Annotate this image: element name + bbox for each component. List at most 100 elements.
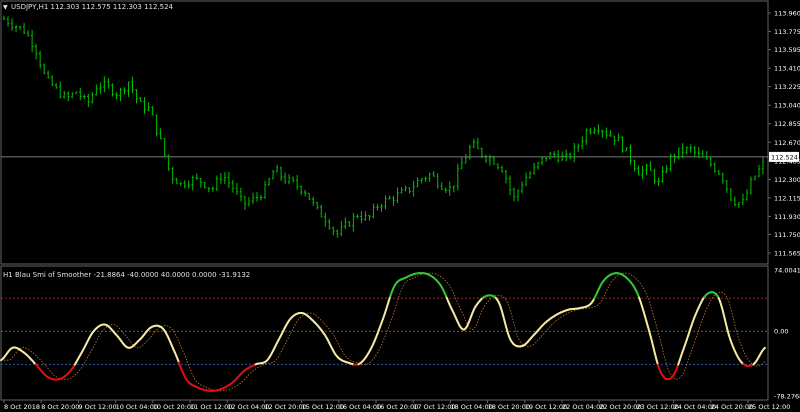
ohlc-bar: [705, 151, 708, 160]
ohlc-bar: [283, 172, 287, 184]
ohlc-bar: [761, 157, 765, 175]
ohlc-bar: [597, 124, 600, 135]
ohlc-bar: [223, 172, 227, 184]
ohlc-bar: [332, 226, 335, 236]
time-tick-label: 24 Oct 20:00: [711, 403, 753, 411]
ohlc-bar: [689, 144, 692, 153]
ohlc-bar: [259, 195, 263, 201]
ohlc-bar: [287, 174, 291, 185]
ohlc-bar: [464, 153, 468, 164]
ohlc-bar: [508, 175, 512, 196]
time-tick-label: 12 Oct 20:00: [264, 403, 306, 411]
ohlc-bar: [356, 214, 359, 219]
ohlc-bar: [677, 147, 680, 160]
price-tick-label: 111.565: [774, 250, 800, 258]
ohlc-bar: [147, 102, 150, 112]
ohlc-bar: [191, 175, 194, 191]
ohlc-bar: [187, 180, 190, 189]
ohlc-bar: [143, 97, 146, 115]
ohlc-bar: [637, 165, 640, 176]
ohlc-bar: [67, 91, 70, 102]
ohlc-bar: [34, 43, 38, 60]
price-tick-label: 113.595: [774, 46, 800, 54]
ohlc-bar: [46, 70, 50, 79]
ohlc-bar: [99, 82, 102, 95]
ohlc-bar: [585, 128, 588, 145]
ohlc-bar: [472, 138, 476, 148]
ohlc-bar: [560, 151, 564, 161]
ohlc-bar: [127, 81, 130, 97]
time-axis: 8 Oct 2018 8 Oct 20:009 Oct 12:0010 Oct 0…: [3, 400, 790, 411]
ohlc-bar: [203, 181, 206, 189]
ohlc-bar: [235, 182, 239, 195]
ohlc-bar: [536, 162, 540, 170]
ohlc-bar: [593, 127, 596, 135]
ohlc-bar: [22, 22, 26, 34]
ohlc-bar: [42, 63, 46, 75]
price-tick-label: 113.775: [774, 28, 800, 36]
ohlc-bar: [352, 212, 355, 232]
ohlc-bar: [657, 177, 660, 187]
chart-menu-arrow-icon[interactable]: ▼: [3, 4, 8, 11]
ohlc-bar: [565, 149, 568, 162]
ohlc-bar: [372, 203, 375, 219]
time-tick-label: 24 Oct 04:00: [674, 403, 716, 411]
ohlc-bar: [540, 157, 544, 166]
ohlc-bar: [520, 181, 524, 194]
time-tick-label: 12 Oct 04:00: [227, 403, 269, 411]
ohlc-bar: [681, 143, 684, 159]
ohlc-bar: [10, 18, 14, 32]
ohlc-bar: [556, 149, 560, 163]
ohlc-bar: [745, 189, 749, 201]
ohlc-bar: [316, 201, 319, 210]
ohlc-bar: [231, 179, 235, 193]
ohlc-bar: [215, 175, 219, 192]
ohlc-bar: [665, 164, 668, 174]
ohlc-bar: [669, 153, 672, 172]
ohlc-bar: [436, 173, 439, 189]
ohlc-bar: [75, 91, 78, 94]
ohlc-bar: [59, 81, 62, 99]
price-chart-title: USDJPY,H1 112.303 112.575 112.303 112.52…: [11, 3, 173, 11]
ohlc-bar: [384, 195, 387, 210]
ohlc-bar: [163, 138, 166, 157]
time-tick-label: 18 Oct 20:00: [488, 403, 530, 411]
ohlc-bar: [653, 168, 656, 185]
price-panel[interactable]: 113.960 113.775 113.595 113.410 113.225 113.0…: [0, 0, 800, 265]
ohlc-bar: [645, 163, 648, 176]
ohlc-bar: [195, 173, 198, 181]
time-tick-label: 22 Oct 20:00: [599, 403, 641, 411]
ohlc-bar: [26, 30, 30, 37]
indicator-panel[interactable]: 74.0041 0.00 -78.2768: [0, 265, 800, 401]
price-tick-label: 112.670: [774, 139, 800, 147]
ohlc-bar: [693, 146, 696, 158]
time-tick-label: 8 Oct 2018: [4, 403, 40, 411]
trading-chart[interactable]: 113.960 113.775 113.595 113.410 113.225 113.0…: [0, 0, 800, 412]
ohlc-bar: [589, 127, 592, 135]
ohlc-bar: [701, 150, 704, 158]
price-frame: [0, 0, 769, 265]
ohlc-bar: [524, 172, 528, 186]
time-tick-label: 16 Oct 04:00: [339, 403, 381, 411]
ohlc-bar: [324, 212, 327, 227]
price-tick-label: 113.040: [774, 102, 800, 110]
ohlc-bar: [183, 180, 186, 189]
ohlc-bar: [476, 137, 480, 149]
ohlc-bar: [717, 170, 721, 176]
ohlc-bar: [364, 211, 367, 222]
ohlc-bar: [396, 187, 399, 203]
ohlc-bar: [179, 182, 182, 187]
ohlc-bar: [448, 181, 451, 196]
ohlc-bar: [412, 180, 415, 197]
price-tick-label: 112.300: [774, 176, 800, 184]
ohlc-bar: [344, 217, 347, 229]
ohlc-bar: [420, 177, 423, 184]
ohlc-bar: [103, 76, 106, 93]
ohlc-bar: [131, 76, 134, 94]
price-tick-label: 113.225: [774, 83, 800, 91]
ohlc-bar: [609, 130, 612, 137]
ohlc-bar: [713, 162, 716, 173]
ohlc-bar: [267, 177, 271, 186]
ohlc-bar: [673, 153, 676, 164]
ohlc-bar: [115, 92, 118, 100]
